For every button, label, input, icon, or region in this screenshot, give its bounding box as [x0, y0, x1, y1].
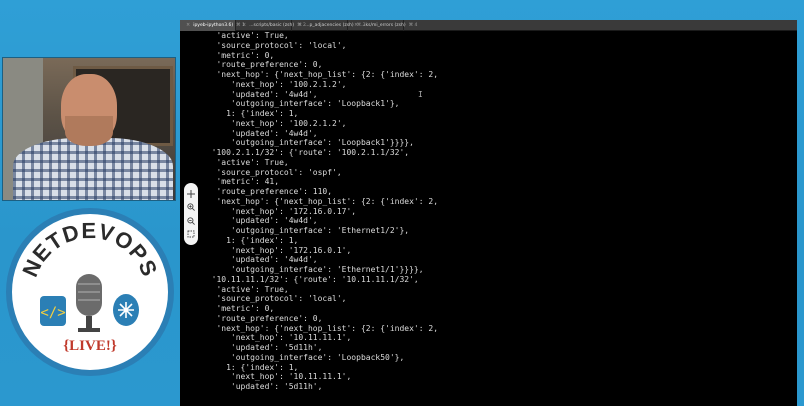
terminal-line: 'updated': '4w4d',: [202, 255, 318, 265]
close-icon[interactable]: ×: [298, 22, 302, 28]
webcam-feed: [2, 57, 176, 201]
zoom-out-icon[interactable]: [186, 216, 196, 226]
terminal-line: 'outgoing_interface': 'Ethernet1/1'}}}},: [202, 265, 424, 274]
terminal-line: 'route_preference': 0,: [202, 60, 323, 70]
fit-icon[interactable]: [186, 229, 196, 239]
logo-artwork: NETDEVOPS </> {LIVE!}: [17, 218, 162, 354]
terminal-line: 'updated': '5d11h',: [202, 343, 323, 352]
mouse-ibeam-cursor: I: [418, 90, 423, 99]
presenter-beard: [65, 116, 113, 146]
terminal-line: 'next_hop': '10.11.11.1',: [202, 333, 352, 343]
terminal-line: 'source_protocol': 'ospf',: [202, 167, 342, 177]
terminal-line: 'updated': '5d11h',: [202, 382, 323, 391]
terminal-tab[interactable]: × ...scripts/basic (zsh) ⌘ 2: [236, 20, 306, 31]
terminal-line: 'next_hop': {'next_hop_list': {2: {'inde…: [202, 196, 439, 206]
terminal-line: 'source_protocol': 'local',: [202, 40, 347, 50]
terminal-line: 'metric': 0,: [202, 304, 275, 313]
microphone-icon: [76, 274, 102, 332]
close-icon[interactable]: ×: [186, 22, 190, 28]
zoom-toolbar: [184, 183, 198, 245]
logo-top-text: NETDEVOPS: [17, 218, 161, 281]
netdevops-live-logo: NETDEVOPS </> {LIVE!}: [6, 208, 174, 376]
terminal-line: 'updated': '4w4d',: [202, 128, 318, 138]
presenter-shirt: [13, 138, 173, 200]
close-icon[interactable]: ×: [354, 22, 358, 28]
svg-text:</>: </>: [40, 305, 65, 321]
terminal-line: 'outgoing_interface': 'Loopback1'},: [202, 99, 400, 109]
terminal-line: '10.11.11.1/32': {'route': '10.11.11.1/3…: [202, 274, 419, 284]
terminal-tab[interactable]: × ...p_adjacencies (zsh) ⌘ 3: [292, 20, 365, 31]
terminal-line: 'metric': 0,: [202, 50, 275, 60]
terminal-line: 'route_preference': 110,: [202, 187, 333, 196]
terminal-line: 'outgoing_interface': 'Ethernet1/2'},: [202, 226, 410, 235]
network-router-icon: [113, 294, 139, 326]
terminal-line: 1: {'index': 1,: [202, 109, 299, 118]
terminal-line: 'next_hop': '100.2.1.2',: [202, 79, 347, 89]
terminal-tab[interactable]: × ipyeb-ipython3.6) ⌘ 1: [180, 20, 245, 31]
terminal-line: 'outgoing_interface': 'Loopback1'}}}},: [202, 138, 414, 148]
tab-shortcut: ⌘ 4: [408, 22, 418, 28]
terminal-line: 'active': True,: [202, 284, 289, 294]
terminal-window[interactable]: × ipyeb-ipython3.6) ⌘ 1 × ...scripts/basic (…: [180, 20, 797, 406]
terminal-line: 'next_hop': '10.11.11.1',: [202, 372, 352, 382]
terminal-line: 'outgoing_interface': 'Loopback50'},: [202, 352, 405, 362]
terminal-line: 'active': True,: [202, 157, 289, 167]
tab-label: ...p_adjacencies (zsh): [305, 22, 354, 28]
terminal-tab[interactable]: × ...ks/mi_errors (zsh) ⌘ 4: [348, 20, 417, 31]
svg-text:NETDEVOPS: NETDEVOPS: [17, 218, 162, 281]
pan-icon[interactable]: [186, 189, 196, 199]
terminal-line: '100.2.1.1/32': {'route': '100.2.1.1/32'…: [202, 148, 410, 157]
terminal-line: 'next_hop': '172.16.0.1',: [202, 245, 352, 255]
close-icon[interactable]: ×: [242, 22, 246, 28]
tab-label: ipyeb-ipython3.6): [193, 22, 234, 28]
terminal-line: 'updated': '4w4d',: [202, 216, 318, 226]
terminal-line: 'next_hop': {'next_hop_list': {2: {'inde…: [202, 323, 439, 333]
zoom-in-icon[interactable]: [186, 202, 196, 212]
terminal-line: 'next_hop': '100.2.1.2',: [202, 118, 347, 128]
tab-label: ...scripts/basic (zsh): [249, 22, 295, 28]
code-brackets-icon: </>: [40, 296, 66, 326]
terminal-line: 'active': True,: [202, 31, 289, 40]
terminal-line: 'updated': '4w4d',: [202, 89, 318, 99]
logo-bottom-text: {LIVE!}: [63, 338, 117, 354]
terminal-line: 'source_protocol': 'local',: [202, 294, 347, 304]
terminal-output[interactable]: 'active': True, 'source_protocol': 'loca…: [202, 31, 793, 406]
terminal-line: 'route_preference': 0,: [202, 313, 323, 323]
terminal-line: 1: {'index': 1,: [202, 362, 299, 372]
terminal-line: 'next_hop': '172.16.0.17',: [202, 206, 357, 216]
terminal-line: 'next_hop': {'next_hop_list': {2: {'inde…: [202, 70, 439, 79]
tab-label: ...ks/mi_errors (zsh): [361, 22, 406, 28]
terminal-line: 1: {'index': 1,: [202, 235, 299, 245]
terminal-tab-bar: × ipyeb-ipython3.6) ⌘ 1 × ...scripts/basic (…: [180, 20, 797, 31]
terminal-line: 'metric': 41,: [202, 177, 280, 187]
